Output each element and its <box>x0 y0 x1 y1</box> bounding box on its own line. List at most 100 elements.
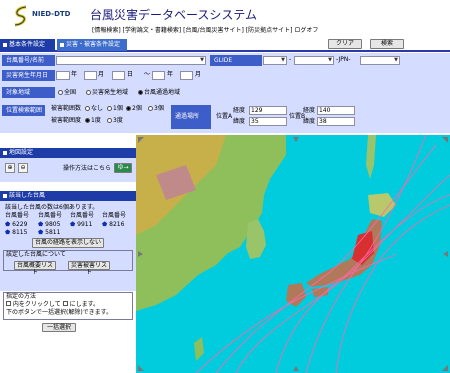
typhoon-item[interactable]: ⬟ 9805 <box>38 221 60 229</box>
gov-option-3[interactable]: 3個 <box>148 105 164 113</box>
typhoon-item[interactable]: ⬟ 9911 <box>70 221 92 229</box>
typhoon-select[interactable] <box>56 56 206 65</box>
hide-track-button[interactable]: 台風の経路を表示しない <box>32 238 104 248</box>
region-option-disaster[interactable]: 災害発生地域 <box>86 89 128 97</box>
matched-typhoons-panel: 該当した台風の数は6個あります。 台風番号 台風番号 台風番号 台風番号 ⬟ 6… <box>0 201 136 291</box>
glide-suffix: -JPN- <box>336 56 351 63</box>
pos-a-label: 位置A <box>216 113 233 120</box>
nav-links[interactable]: [情報検索] [学術論文・書籍検索] [台風/台風災害サイト] [防災拠点サイト… <box>92 25 318 34</box>
search-button[interactable]: 検索 <box>370 39 404 49</box>
col-header-3: 台風番号 <box>70 212 95 219</box>
zoom-in-icon[interactable]: ⊕ <box>5 163 15 173</box>
lon-label: 経度 <box>233 107 246 114</box>
lat-label: 緯度 <box>233 118 246 125</box>
zoom-out-icon[interactable]: ⊖ <box>18 163 28 173</box>
map-help-text: 操作方法はこちら <box>63 165 112 172</box>
overview-list-button[interactable]: 台風概要リスト <box>14 261 56 276</box>
period-separator: ～ <box>144 71 151 78</box>
gov-range-label: 被害範囲数 <box>51 105 82 112</box>
month-unit: 月 <box>98 71 105 78</box>
region-option-all[interactable]: 全国 <box>58 89 76 97</box>
disaster-range-label: 被害範囲度 <box>51 117 82 124</box>
app-title: 台風災害データベースシステム <box>90 8 258 22</box>
tab-basic-conditions[interactable]: 基本条件設定 <box>0 39 55 51</box>
tab-bar: 基本条件設定 災害・被害条件設定 クリア 検索 <box>0 38 450 52</box>
pos-a-lat-input[interactable]: 35 <box>249 117 287 126</box>
map-help-button[interactable]: ゆ→ <box>114 163 132 173</box>
lat-label: 緯度 <box>303 118 316 125</box>
match-count-text: 該当した台風の数は6個あります。 <box>5 204 99 211</box>
map-canvas <box>136 135 450 373</box>
typhoon-label: 台風番号/名前 <box>2 55 55 66</box>
clear-button[interactable]: クリア <box>328 39 362 49</box>
gov-option-2[interactable]: 2個 <box>126 105 142 113</box>
brand-name: NIED-DTD <box>32 10 71 18</box>
checkbox-icon <box>6 301 11 306</box>
radio-icon <box>85 106 90 111</box>
pos-b-lat-input[interactable]: 38 <box>317 117 355 126</box>
radio-icon <box>107 118 112 123</box>
search-form: 台風番号/名前 GLIDE - -JPN- 災害発生年月日 年 月 日 ～ 年 … <box>0 53 450 133</box>
month-unit: 月 <box>195 71 202 78</box>
radio-icon <box>138 90 143 95</box>
typhoon-item[interactable]: ⬟ 6229 <box>5 221 27 229</box>
period-label: 災害発生年月日 <box>2 70 55 81</box>
typhoon-item[interactable]: ⬟ 8115 <box>5 229 27 237</box>
glide-number-select[interactable] <box>360 56 400 65</box>
radio-icon <box>107 106 112 111</box>
period-month-from[interactable] <box>84 71 97 80</box>
bulk-select-button[interactable]: 一括選択 <box>42 323 76 332</box>
tab-damage-conditions[interactable]: 災害・被害条件設定 <box>57 39 127 51</box>
region-label: 対象地域 <box>2 87 55 98</box>
disaster-option-3deg[interactable]: 3度 <box>107 117 123 125</box>
col-header-1: 台風番号 <box>5 212 30 219</box>
app-header: NIED-DTD 台風災害データベースシステム [情報検索] [学術論文・書籍検… <box>0 0 450 38</box>
method-box: 指定の方法 内をクリックして にします。 下のボタンで一括選択(解除)できます。 <box>3 292 133 320</box>
tab-marker-icon <box>60 43 64 47</box>
method-title: 指定の方法 <box>6 293 37 300</box>
typhoon-item[interactable]: ⬟ 5811 <box>38 229 60 237</box>
typhoon-map[interactable] <box>136 135 450 373</box>
tab-label: 災害・被害条件設定 <box>66 41 121 48</box>
pos-a-lon-input[interactable]: 129 <box>249 106 287 115</box>
glide-sep: - <box>289 56 292 63</box>
glide-type-select[interactable] <box>263 56 287 65</box>
col-header-4: 台風番号 <box>102 212 127 219</box>
year-unit: 年 <box>167 71 174 78</box>
method-line1: 内をクリックして にします。 <box>6 301 99 309</box>
nied-logo-icon <box>14 5 27 27</box>
about-text: 該定した台風について <box>6 251 66 258</box>
section-marker-icon <box>3 194 7 198</box>
radio-icon <box>86 90 91 95</box>
tab-label: 基本条件設定 <box>9 41 46 48</box>
matched-typhoons-header: 該当した台風 <box>0 191 136 201</box>
about-box: 該定した台風について 台風概要リスト 災害被害リスト <box>3 250 133 276</box>
region-option-passage[interactable]: 台風通過地域 <box>138 89 180 97</box>
map-settings-panel: ⊕ ⊖ 操作方法はこちら ゆ→ <box>0 158 136 182</box>
period-year-from[interactable] <box>56 71 70 80</box>
search-range-label: 位置検索範囲 <box>2 105 45 116</box>
gov-option-none[interactable]: なし <box>85 105 103 113</box>
radio-icon <box>85 118 90 123</box>
radio-icon <box>126 106 131 111</box>
glide-year-select[interactable] <box>294 56 334 65</box>
typhoon-item[interactable]: ⬟ 8216 <box>102 221 124 229</box>
typhoon-area-label: 通過場所 <box>171 105 211 129</box>
period-month-to[interactable] <box>180 71 193 80</box>
gov-option-1[interactable]: 1個 <box>107 105 123 113</box>
radio-icon <box>148 106 153 111</box>
period-day-from[interactable] <box>112 71 125 80</box>
radio-icon <box>58 90 63 95</box>
checkbox-icon <box>62 301 68 306</box>
damage-list-button[interactable]: 災害被害リスト <box>68 261 110 276</box>
year-unit: 年 <box>71 71 78 78</box>
day-unit: 日 <box>127 71 134 78</box>
period-year-to[interactable] <box>152 71 165 80</box>
method-line2: 下のボタンで一括選択(解除)できます。 <box>6 309 113 316</box>
map-settings-header: 地図設定 <box>0 148 136 158</box>
glide-label: GLIDE <box>210 55 262 66</box>
col-header-2: 台風番号 <box>38 212 63 219</box>
pos-b-lon-input[interactable]: 140 <box>317 106 355 115</box>
section-marker-icon <box>3 151 7 155</box>
disaster-option-1deg[interactable]: 1度 <box>85 117 101 125</box>
